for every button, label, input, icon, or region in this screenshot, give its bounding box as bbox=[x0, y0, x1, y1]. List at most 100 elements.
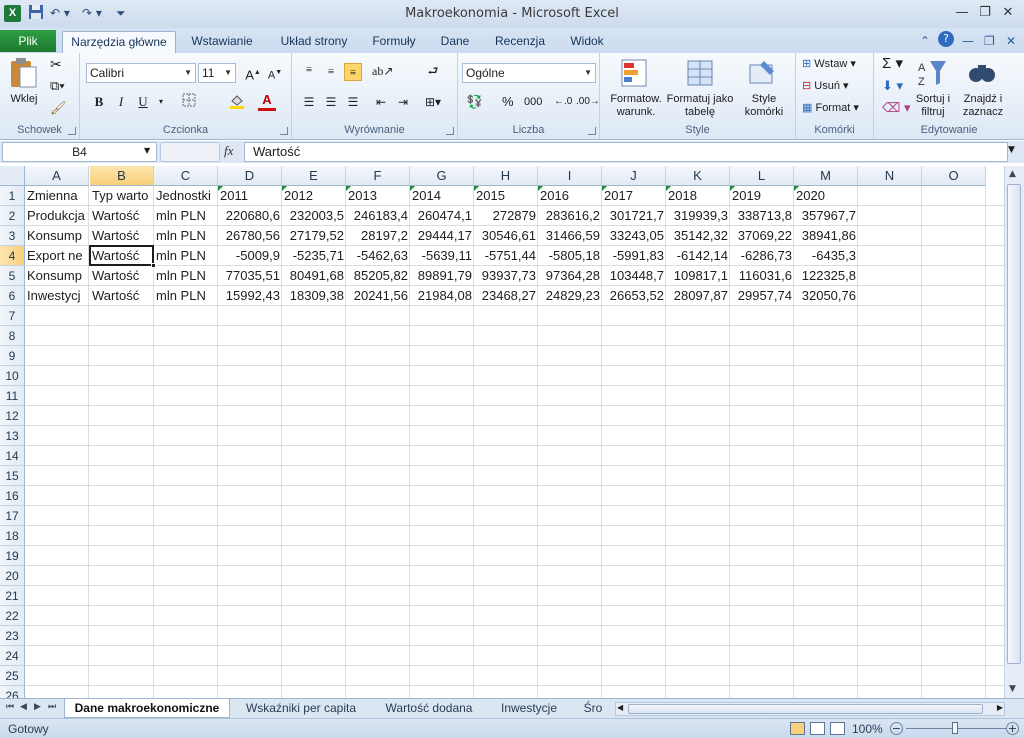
header-cell[interactable]: 2012 bbox=[282, 186, 346, 206]
paste-label[interactable]: Wklej bbox=[4, 93, 44, 106]
row-header-16[interactable]: 16 bbox=[0, 486, 25, 506]
sort-filter-icon[interactable]: AZ bbox=[916, 57, 948, 89]
underline-dropdown-icon[interactable]: ▾ bbox=[152, 93, 170, 111]
data-cell[interactable]: 260474,1 bbox=[410, 206, 474, 226]
tab-formulas[interactable]: Formuły bbox=[366, 31, 422, 53]
data-cell[interactable]: Inwestycj bbox=[25, 286, 89, 306]
row-header-2[interactable]: 2 bbox=[0, 206, 25, 226]
clipboard-launcher-icon[interactable] bbox=[68, 127, 76, 135]
borders-icon[interactable] bbox=[180, 93, 198, 111]
column-header-c[interactable]: C bbox=[154, 166, 218, 186]
row-header-25[interactable]: 25 bbox=[0, 666, 25, 686]
data-cell[interactable]: 232003,5 bbox=[282, 206, 346, 226]
cell-styles-label[interactable]: Style komórki bbox=[734, 93, 794, 119]
workbook-minimize-icon[interactable]: — bbox=[962, 34, 974, 48]
row-header-5[interactable]: 5 bbox=[0, 266, 25, 286]
conditional-formatting-icon[interactable] bbox=[618, 57, 650, 89]
cut-icon[interactable]: ✂ bbox=[50, 57, 62, 71]
tab-home[interactable]: Narzędzia główne bbox=[62, 31, 176, 53]
shrink-font-icon[interactable]: A▼ bbox=[266, 64, 284, 82]
percent-style-button[interactable]: % bbox=[502, 95, 514, 108]
scroll-down-icon[interactable]: ▼ bbox=[1009, 684, 1016, 694]
align-center-icon[interactable]: ☰ bbox=[322, 93, 340, 111]
find-select-label[interactable]: Znajdź i zaznacz bbox=[958, 93, 1008, 119]
workbook-restore-icon[interactable]: ❐ bbox=[984, 34, 995, 48]
spreadsheet-grid[interactable]: A B C D E F G H I J K L M N O 1 2 3 4 5 6 7 8 9 10 11 12 13 14 15 16 17… bbox=[0, 166, 1004, 698]
header-cell[interactable]: Jednostki bbox=[154, 186, 218, 206]
row-header-23[interactable]: 23 bbox=[0, 626, 25, 646]
align-left-icon[interactable]: ☰ bbox=[300, 93, 318, 111]
font-size-combo[interactable]: 11 ▼ bbox=[198, 63, 236, 83]
data-cell[interactable]: -5805,18 bbox=[538, 246, 602, 266]
bold-icon[interactable]: B bbox=[90, 93, 108, 111]
data-cell[interactable]: 28097,87 bbox=[666, 286, 730, 306]
data-cell[interactable]: 20241,56 bbox=[346, 286, 410, 306]
align-middle-icon[interactable]: ≡ bbox=[322, 63, 340, 81]
data-cell[interactable]: 338713,8 bbox=[730, 206, 794, 226]
expand-formula-bar-icon[interactable]: ▼ bbox=[1008, 145, 1015, 155]
header-cell[interactable]: 2014 bbox=[410, 186, 474, 206]
data-cell[interactable]: 220680,6 bbox=[218, 206, 282, 226]
data-cell[interactable]: 319939,3 bbox=[666, 206, 730, 226]
row-header-9[interactable]: 9 bbox=[0, 346, 25, 366]
align-top-icon[interactable]: ≡ bbox=[300, 61, 318, 79]
minimize-icon[interactable]: — bbox=[952, 4, 972, 22]
tab-insert[interactable]: Wstawianie bbox=[184, 31, 260, 53]
decrease-indent-icon[interactable]: ⇤ bbox=[372, 93, 390, 111]
data-cell[interactable]: mln PLN bbox=[154, 286, 218, 306]
tab-view[interactable]: Widok bbox=[562, 31, 612, 53]
scroll-right-icon[interactable]: ▶ bbox=[997, 703, 1003, 712]
data-cell[interactable]: Wartość bbox=[90, 266, 154, 286]
data-cell[interactable]: 29444,17 bbox=[410, 226, 474, 246]
sheet-tab-wskazniki-per-capita[interactable]: Wskaźniki per capita bbox=[236, 699, 366, 718]
zoom-level[interactable]: 100% bbox=[852, 722, 883, 736]
header-cell[interactable]: 2016 bbox=[538, 186, 602, 206]
page-break-view-icon[interactable] bbox=[830, 722, 845, 735]
data-cell[interactable]: 80491,68 bbox=[282, 266, 346, 286]
row-header-22[interactable]: 22 bbox=[0, 606, 25, 626]
header-cell[interactable]: 2011 bbox=[218, 186, 282, 206]
format-cells-button[interactable]: ▦ Format ▾ bbox=[802, 102, 859, 115]
currency-icon[interactable]: 💱 bbox=[466, 93, 484, 111]
tab-page-layout[interactable]: Układ strony bbox=[272, 31, 356, 53]
first-sheet-icon[interactable]: ⏮ bbox=[6, 702, 14, 712]
data-cell[interactable]: 30546,61 bbox=[474, 226, 538, 246]
data-cell[interactable]: -5639,11 bbox=[410, 246, 474, 266]
column-header-m[interactable]: M bbox=[794, 166, 858, 186]
insert-function-icon[interactable]: fx bbox=[224, 143, 233, 159]
data-cell[interactable]: 357967,7 bbox=[794, 206, 858, 226]
column-header-h[interactable]: H bbox=[474, 166, 538, 186]
column-header-k[interactable]: K bbox=[666, 166, 730, 186]
vertical-scroll-thumb[interactable] bbox=[1007, 184, 1021, 664]
header-cell[interactable]: 2017 bbox=[602, 186, 666, 206]
data-cell[interactable]: 93937,73 bbox=[474, 266, 538, 286]
data-cell[interactable]: mln PLN bbox=[154, 206, 218, 226]
number-format-combo[interactable]: Ogólne ▼ bbox=[462, 63, 596, 83]
page-layout-view-icon[interactable] bbox=[810, 722, 825, 735]
row-header-11[interactable]: 11 bbox=[0, 386, 25, 406]
grow-font-icon[interactable]: A▲ bbox=[244, 64, 262, 82]
workbook-close-icon[interactable]: ✕ bbox=[1006, 34, 1016, 48]
next-sheet-icon[interactable]: ▶ bbox=[34, 702, 41, 712]
data-cell[interactable]: 18309,38 bbox=[282, 286, 346, 306]
scroll-up-icon[interactable]: ▲ bbox=[1009, 169, 1016, 179]
select-all-corner[interactable] bbox=[0, 166, 25, 186]
format-as-table-label[interactable]: Formatuj jako tabelę bbox=[666, 93, 734, 119]
column-header-l[interactable]: L bbox=[730, 166, 794, 186]
column-header-n[interactable]: N bbox=[858, 166, 922, 186]
data-cell[interactable]: 77035,51 bbox=[218, 266, 282, 286]
data-cell[interactable]: Wartość bbox=[90, 286, 154, 306]
data-cell[interactable]: mln PLN bbox=[154, 266, 218, 286]
data-cell[interactable]: 38941,86 bbox=[794, 226, 858, 246]
data-cell[interactable]: 109817,1 bbox=[666, 266, 730, 286]
header-cell[interactable]: 2015 bbox=[474, 186, 538, 206]
copy-icon[interactable]: ⧉▾ bbox=[50, 79, 65, 92]
data-cell[interactable]: -5462,63 bbox=[346, 246, 410, 266]
data-cell[interactable]: Konsump bbox=[25, 266, 89, 286]
merge-center-icon[interactable]: ⊞▾ bbox=[424, 93, 442, 111]
data-cell[interactable]: 301721,7 bbox=[602, 206, 666, 226]
collapse-ribbon-icon[interactable]: ⌃ bbox=[920, 34, 930, 48]
header-cell[interactable]: Typ warto bbox=[90, 186, 154, 206]
data-cell[interactable]: 85205,82 bbox=[346, 266, 410, 286]
header-cell[interactable]: 2013 bbox=[346, 186, 410, 206]
